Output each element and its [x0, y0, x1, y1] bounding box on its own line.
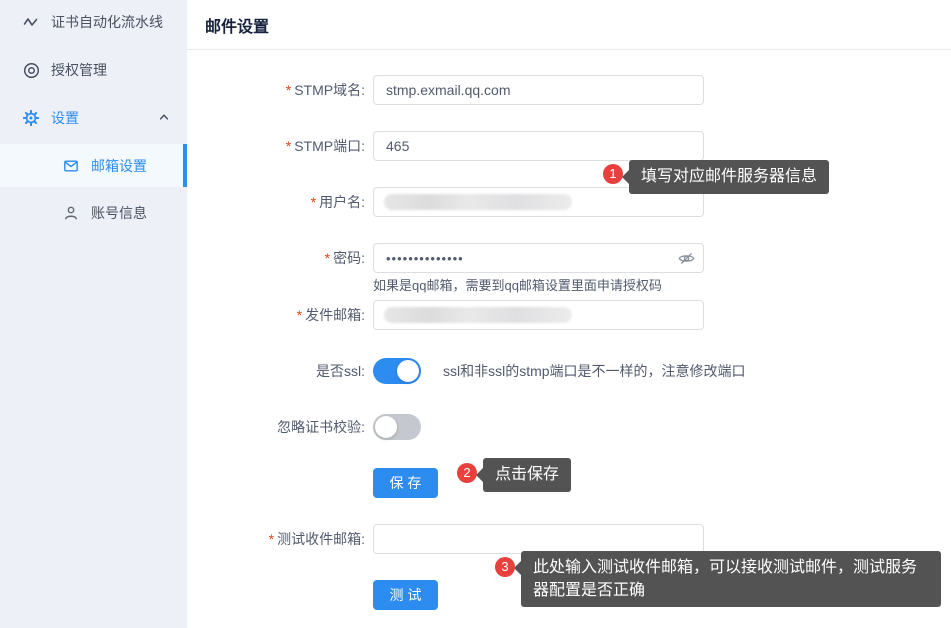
ignore-cert-label: 忽略证书校验:: [187, 412, 365, 442]
redacted-value: [384, 194, 572, 210]
ignore-cert-toggle[interactable]: [373, 414, 421, 440]
eye-off-icon[interactable]: [677, 249, 695, 267]
sidebar-item-label: 授权管理: [51, 60, 107, 80]
test-button[interactable]: 测 试: [373, 580, 438, 610]
main-content: 邮件设置 *STMP域名: *STMP端口: *用户名: *密码:: [187, 0, 951, 628]
username-row: *用户名:: [187, 187, 951, 217]
annotation-badge-2: 2: [457, 463, 477, 483]
required-star: *: [325, 250, 330, 266]
smtp-domain-input[interactable]: [373, 75, 704, 105]
ssl-toggle[interactable]: [373, 358, 421, 384]
smtp-port-input[interactable]: [373, 131, 704, 161]
sidebar-item-label: 账号信息: [91, 203, 147, 223]
sender-email-row: *发件邮箱:: [187, 300, 951, 330]
sender-email-label: *发件邮箱:: [187, 300, 365, 330]
user-icon: [62, 204, 80, 222]
required-star: *: [297, 307, 302, 323]
sender-email-input[interactable]: [373, 300, 704, 330]
smtp-domain-row: *STMP域名:: [187, 75, 951, 105]
save-button[interactable]: 保 存: [373, 468, 438, 498]
activity-icon: [22, 13, 40, 31]
sidebar-item-label: 证书自动化流水线: [51, 12, 163, 32]
annotation-tooltip-2: 点击保存: [483, 458, 571, 492]
sidebar: 证书自动化流水线 授权管理 设置: [0, 0, 187, 628]
annotation-badge-1: 1: [603, 164, 623, 184]
annotation-tooltip-3: 此处输入测试收件邮箱，可以接收测试邮件，测试服务器配置是否正确: [521, 551, 941, 607]
ignore-cert-row: 忽略证书校验:: [187, 412, 951, 442]
sidebar-item-label: 设置: [51, 108, 79, 128]
sidebar-item-account-info[interactable]: 账号信息: [0, 191, 187, 234]
annotation-tooltip-1: 填写对应邮件服务器信息: [629, 160, 829, 194]
password-hint: 如果是qq邮箱，需要到qq邮箱设置里面申请授权码: [373, 277, 704, 295]
sidebar-item-label: 邮箱设置: [91, 156, 147, 176]
test-email-row: *测试收件邮箱:: [187, 524, 951, 554]
ssl-label: 是否ssl:: [187, 356, 365, 386]
toggle-knob: [397, 360, 419, 382]
mail-icon: [62, 157, 80, 175]
test-email-input[interactable]: [373, 524, 704, 554]
mail-settings-form: *STMP域名: *STMP端口: *用户名: *密码:: [187, 50, 951, 610]
chevron-up-icon: [158, 110, 170, 126]
gear-icon: [22, 109, 40, 127]
redacted-value: [384, 307, 572, 323]
password-row: *密码: 如果是qq邮箱，需要到qq邮箱设置里面申请授权码: [187, 243, 951, 295]
ssl-hint: ssl和非ssl的stmp端口是不一样的，注意修改端口: [443, 356, 746, 386]
required-star: *: [286, 82, 291, 98]
smtp-domain-label: *STMP域名:: [187, 75, 365, 105]
smtp-port-label: *STMP端口:: [187, 131, 365, 161]
test-email-label: *测试收件邮箱:: [187, 524, 365, 554]
required-star: *: [286, 138, 291, 154]
smtp-port-row: *STMP端口:: [187, 131, 951, 161]
page-title: 邮件设置: [187, 0, 951, 50]
sidebar-item-cert-pipeline[interactable]: 证书自动化流水线: [0, 0, 187, 44]
sidebar-item-mailbox-settings[interactable]: 邮箱设置: [0, 144, 187, 187]
required-star: *: [311, 194, 316, 210]
sidebar-item-settings[interactable]: 设置: [0, 96, 187, 140]
toggle-knob: [375, 416, 397, 438]
annotation-badge-3: 3: [495, 557, 515, 577]
required-star: *: [269, 531, 274, 547]
sidebar-item-auth-management[interactable]: 授权管理: [0, 48, 187, 92]
target-icon: [22, 61, 40, 79]
ssl-row: 是否ssl: ssl和非ssl的stmp端口是不一样的，注意修改端口: [187, 356, 951, 386]
password-label: *密码:: [187, 243, 365, 273]
password-input[interactable]: [373, 243, 704, 273]
username-label: *用户名:: [187, 187, 365, 217]
